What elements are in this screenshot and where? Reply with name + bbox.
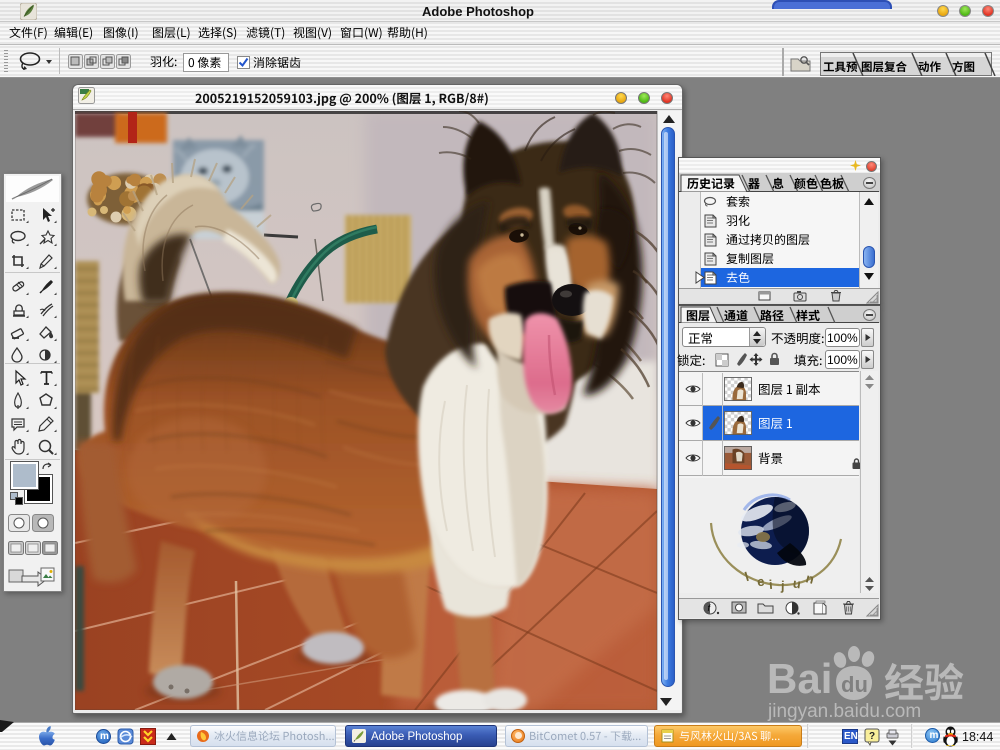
svg-text:?: ?	[869, 731, 875, 742]
svg-text:du: du	[841, 672, 868, 697]
